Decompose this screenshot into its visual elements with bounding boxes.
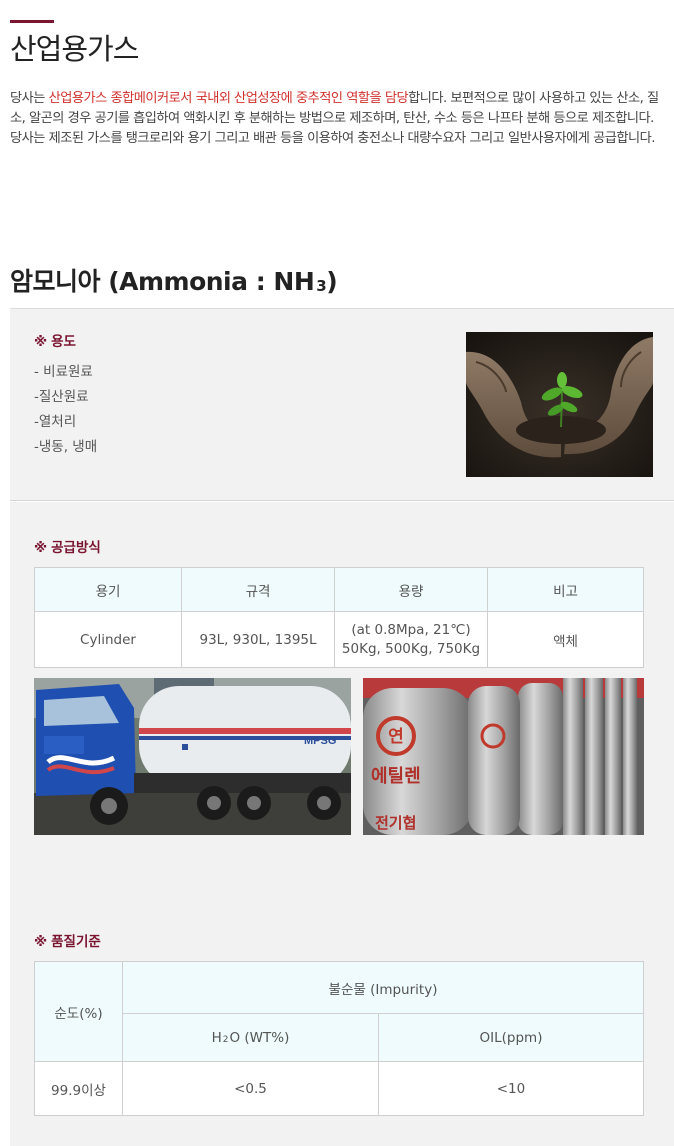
cell-purity: 99.9이상	[34, 1061, 123, 1116]
col-header-capacity: 용량	[334, 567, 488, 612]
intro-text: 당사는 산업용가스 종합메이커로서 국내외 산업성장에 중추적인 역할을 담당합…	[10, 89, 670, 149]
col-header-spec: 규격	[181, 567, 335, 612]
cell-capacity: (at 0.8Mpa, 21℃) 50Kg, 500Kg, 750Kg	[334, 611, 488, 668]
quality-heading-label: 품질기준	[51, 934, 101, 950]
quality-heading: ※ 품질기준	[34, 930, 101, 950]
cylinder-bottom-label: 전기협	[375, 814, 416, 832]
list-item: -냉동, 냉매	[34, 439, 98, 455]
gas-title: 암모니아 (Ammonia : NH 3)	[10, 262, 338, 298]
usage-panel: ※ 용도 - 비료원료 -질산원료 -열처리 -냉동, 냉매	[10, 308, 674, 501]
table-row: Cylinder 93L, 930L, 1395L (at 0.8Mpa, 21…	[34, 611, 644, 668]
supply-heading-label: 공급방식	[51, 540, 101, 556]
gas-title-subscript: 3	[316, 277, 327, 295]
supply-table: 용기 규격 용량 비고 Cylinder 93L, 930L, 1395L (a…	[34, 567, 644, 668]
h2o-header-rest: O (WT%)	[229, 1029, 290, 1046]
capacity-values: 50Kg, 500Kg, 750Kg	[341, 640, 481, 657]
reference-mark-icon: ※	[34, 540, 48, 556]
list-item: -열처리	[34, 414, 77, 430]
col-header-purity: 순도(%)	[34, 961, 123, 1062]
page-title: 산업용가스	[10, 32, 139, 66]
intro-p1-lead: 당사는	[10, 91, 49, 106]
hands-soil-seedling-photo	[466, 332, 653, 477]
col-header-container: 용기	[34, 567, 182, 612]
table-header-row: 순도(%) 불순물 (Impurity)	[34, 961, 644, 1062]
reference-mark-icon: ※	[34, 934, 48, 950]
cell-spec: 93L, 930L, 1395L	[181, 611, 335, 668]
reference-mark-icon: ※	[34, 334, 48, 350]
quality-table: 순도(%) 불순물 (Impurity) H2O (WT%) OIL(ppm) …	[34, 961, 644, 1116]
col-header-oil: OIL(ppm)	[378, 1013, 644, 1062]
usage-heading: ※ 용도	[34, 330, 76, 350]
gas-title-end: )	[326, 267, 338, 296]
table-subheader-row: H2O (WT%) OIL(ppm)	[35, 1013, 644, 1062]
cell-container: Cylinder	[34, 611, 182, 668]
table-header-row: 용기 규격 용량 비고	[34, 567, 644, 612]
h2o-header-subscript: 2	[222, 1034, 229, 1045]
cylinder-gas-label: 에틸렌	[371, 766, 421, 787]
intro-paragraph-1: 당사는 산업용가스 종합메이커로서 국내외 산업성장에 중추적인 역할을 담당합…	[10, 89, 670, 129]
gas-cylinders-photo: 연 에틸렌 전기협	[363, 678, 644, 835]
list-item: -질산원료	[34, 389, 89, 405]
supply-heading: ※ 공급방식	[34, 536, 101, 556]
list-item: - 비료원료	[34, 364, 93, 380]
cell-note: 액체	[487, 611, 644, 668]
title-accent-bar	[10, 20, 54, 23]
supply-quality-panel: ※ 공급방식 용기 규격 용량 비고 Cylinder 93L, 930L, 13…	[10, 502, 674, 1146]
intro-highlight: 산업용가스 종합메이커로서 국내외 산업성장에 중추적인 역할을 담당	[48, 91, 409, 106]
usage-heading-label: 용도	[51, 334, 76, 350]
tank-truck-photo: MPSG	[34, 678, 351, 835]
col-header-note: 비고	[487, 567, 644, 612]
intro-paragraph-2: 당사는 제조된 가스를 탱크로리와 용기 그리고 배관 등을 이용하여 충전소나…	[10, 131, 655, 146]
gas-title-main: 암모니아 (Ammonia : NH	[10, 267, 315, 296]
usage-list: - 비료원료 -질산원료 -열처리 -냉동, 냉매	[34, 360, 97, 460]
table-row: 99.9이상 <0.5 <10	[34, 1061, 644, 1116]
cell-h2o: <0.5	[122, 1061, 379, 1116]
cylinder-circle-label: 연	[388, 727, 404, 747]
h2o-header-h: H	[211, 1029, 222, 1046]
col-header-h2o: H2O (WT%)	[122, 1013, 379, 1062]
capacity-condition: (at 0.8Mpa, 21℃)	[351, 621, 471, 638]
col-header-impurity: 불순물 (Impurity)	[122, 961, 644, 1014]
truck-label: MPSG	[304, 735, 336, 747]
truck-logo-icon	[182, 744, 188, 750]
cell-oil: <10	[378, 1061, 644, 1116]
